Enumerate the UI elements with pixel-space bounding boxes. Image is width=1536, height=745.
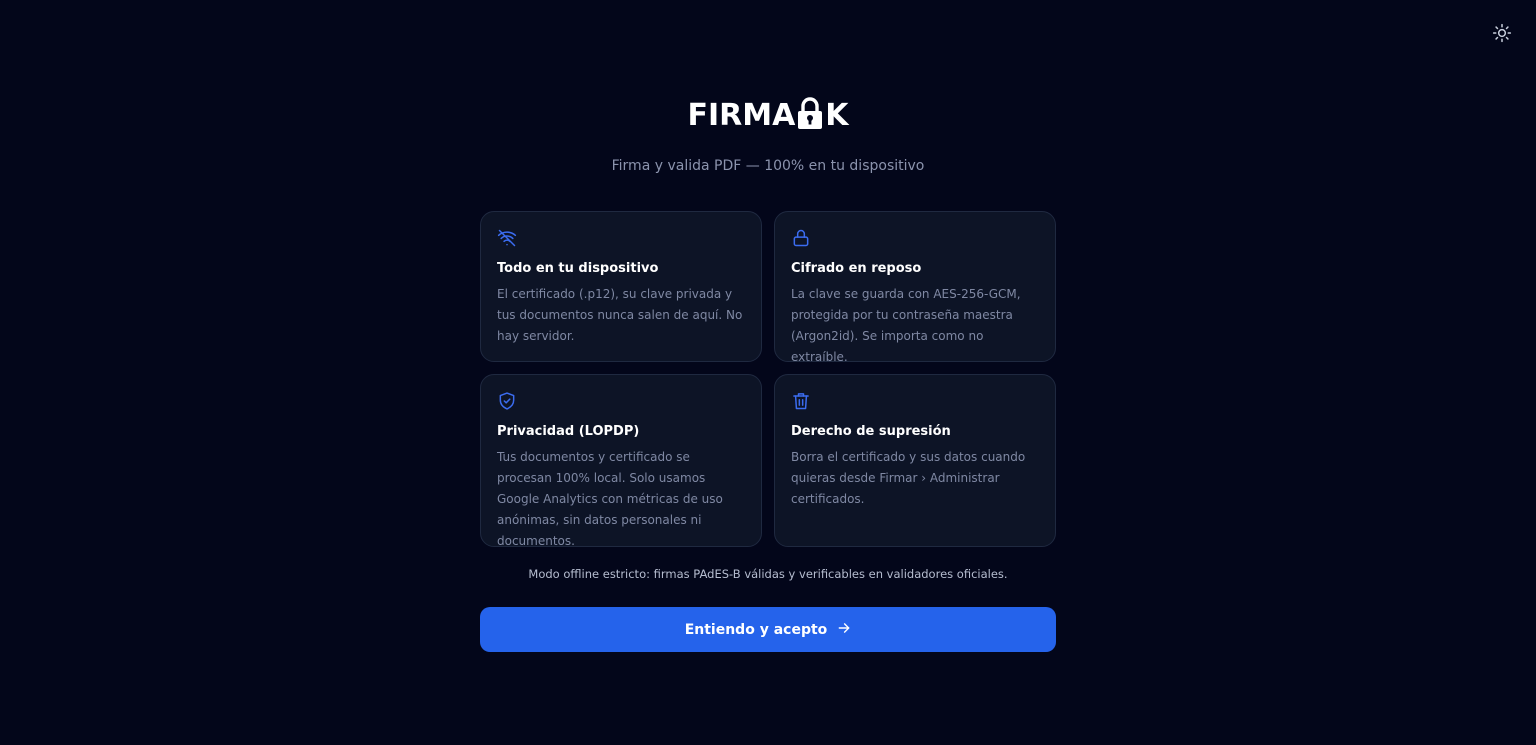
arrow-right-icon bbox=[837, 621, 851, 639]
feature-card-privacy: Privacidad (LOPDP) Tus documentos y cert… bbox=[480, 374, 762, 548]
sun-icon bbox=[1492, 23, 1512, 47]
logo-text-right: K bbox=[825, 98, 849, 133]
accept-button[interactable]: Entiendo y acepto bbox=[480, 607, 1056, 652]
brand-logo: FIRMA K bbox=[0, 94, 1536, 138]
features-grid: Todo en tu dispositivo El certificado (.… bbox=[480, 211, 1056, 548]
feature-card-device: Todo en tu dispositivo El certificado (.… bbox=[480, 211, 762, 362]
tagline: Firma y valida PDF — 100% en tu disposit… bbox=[611, 158, 925, 174]
lock-icon bbox=[791, 228, 811, 248]
offline-note: Modo offline estricto: firmas PAdES-B vá… bbox=[528, 567, 1008, 581]
accept-button-label: Entiendo y acepto bbox=[684, 621, 828, 638]
shield-check-icon bbox=[497, 391, 517, 411]
trash-icon bbox=[791, 391, 811, 411]
feature-card-encryption: Cifrado en reposo La clave se guarda con… bbox=[774, 211, 1056, 364]
feature-title: Todo en tu dispositivo bbox=[497, 261, 659, 276]
feature-title: Derecho de supresión bbox=[791, 424, 951, 439]
feature-text: Tus documentos y certificado se procesan… bbox=[497, 450, 723, 548]
feature-text: El certificado (.p12), su clave privada … bbox=[497, 287, 743, 343]
theme-toggle-button[interactable] bbox=[1489, 22, 1515, 48]
padlock-icon bbox=[795, 96, 825, 136]
logo-text-left: FIRMA bbox=[687, 98, 796, 133]
wifi-off-icon bbox=[497, 228, 517, 248]
feature-text: La clave se guarda con AES-256-GCM, prot… bbox=[791, 287, 1021, 364]
feature-title: Privacidad (LOPDP) bbox=[497, 424, 640, 439]
feature-text: Borra el certificado y sus datos cuando … bbox=[791, 450, 1026, 506]
feature-card-deletion: Derecho de supresión Borra el certificad… bbox=[774, 374, 1056, 547]
feature-title: Cifrado en reposo bbox=[791, 261, 922, 276]
